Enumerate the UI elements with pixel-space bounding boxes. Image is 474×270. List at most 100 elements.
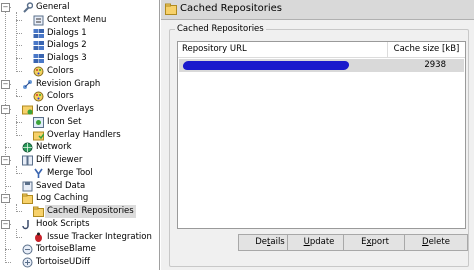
column-header-url[interactable]: Repository URL: [178, 42, 388, 58]
dialog-icon: [33, 41, 44, 51]
tree-connector: [16, 172, 22, 174]
tree-item-colors-1[interactable]: Colors: [0, 65, 158, 78]
tree-item-label: Colors: [47, 91, 74, 102]
tree-connector: [16, 96, 22, 98]
palette-icon: [33, 91, 44, 102]
hook-icon: [22, 219, 29, 229]
tree-item-label: Hook Scripts: [36, 218, 90, 229]
tree-connector: [5, 249, 11, 251]
saved-data-icon: [22, 181, 33, 191]
collapse-icon[interactable]: −: [1, 156, 10, 165]
wrench-icon: [23, 2, 33, 13]
merge-icon: [34, 168, 43, 178]
tree-item-dialogs-1[interactable]: Dialogs 1: [0, 27, 158, 40]
settings-page: Cached Repositories Cached Repositories …: [161, 0, 474, 270]
tree-connector: [16, 70, 22, 72]
tree-item-label: Diff Viewer: [36, 155, 83, 165]
collapse-icon[interactable]: −: [1, 105, 10, 114]
cache-size-value: 2938: [424, 60, 446, 70]
context-menu-icon: [33, 15, 44, 26]
tree-item-label: Revision Graph: [36, 78, 101, 89]
tree-item-general[interactable]: − General: [0, 1, 158, 14]
diff-icon: [22, 155, 33, 166]
tree-item-label: Icon Set: [47, 116, 82, 127]
palette-icon: [33, 66, 44, 77]
page-header: Cached Repositories: [161, 0, 474, 20]
overlay-icon: [22, 105, 33, 115]
tree-item-saved-data[interactable]: Saved Data: [0, 180, 158, 193]
settings-tree[interactable]: − General Context Menu Dialogs 1 Dialogs 2 Di…: [0, 0, 160, 270]
tree-connector: [5, 262, 11, 263]
tree-item-label: General: [36, 2, 70, 12]
group-label: Cached Repositories: [175, 24, 266, 34]
tree-connector: [16, 32, 22, 34]
tree-item-icon-set[interactable]: Icon Set: [0, 116, 158, 129]
tree-item-issue-tracker[interactable]: Issue Tracker Integration: [0, 231, 158, 244]
collapse-icon[interactable]: −: [1, 194, 10, 204]
tree-item-label: Icon Overlays: [36, 104, 94, 114]
tree-item-dialogs-3[interactable]: Dialogs 3: [0, 52, 158, 65]
bug-icon: [35, 232, 42, 242]
update-button[interactable]: Update: [287, 234, 351, 251]
tree-connector: [16, 134, 22, 136]
tree-item-dialogs-2[interactable]: Dialogs 2: [0, 39, 158, 52]
tree-connector: [16, 58, 22, 59]
tree-item-colors-2[interactable]: Colors: [0, 90, 158, 103]
tree-item-label: Merge Tool: [47, 167, 93, 178]
tree-item-label: Log Caching: [36, 193, 89, 204]
tree-item-label: Dialogs 2: [47, 40, 87, 51]
tree-item-label: Network: [36, 142, 72, 153]
tree-item-label: Dialogs 1: [47, 27, 87, 38]
folder-icon: [22, 193, 33, 205]
tree-item-revision-graph[interactable]: − Revision Graph: [0, 78, 158, 91]
table-row[interactable]: 2938: [179, 59, 464, 72]
udiff-icon: [22, 257, 33, 268]
redacted-url: [182, 61, 350, 70]
tree-connector: [5, 147, 11, 149]
tree-connector: [16, 19, 22, 21]
tree-item-icon-overlays[interactable]: − Icon Overlays: [0, 103, 158, 116]
tree-item-merge-tool[interactable]: Merge Tool: [0, 167, 158, 180]
tree-item-cached-repositories[interactable]: Cached Repositories: [0, 205, 158, 218]
tree-item-label: TortoiseBlame: [36, 244, 96, 255]
delete-button[interactable]: Delete: [404, 234, 468, 251]
tree-connector: [16, 211, 22, 212]
collapse-icon[interactable]: −: [1, 3, 10, 12]
collapse-icon[interactable]: −: [1, 79, 10, 89]
tree-item-network[interactable]: Network: [0, 141, 158, 154]
tree-item-context-menu[interactable]: Context Menu: [0, 14, 158, 27]
folder-icon: [33, 206, 44, 217]
tree-item-hook-scripts[interactable]: − Hook Scripts: [0, 218, 158, 231]
tree-item-log-caching[interactable]: − Log Caching: [0, 192, 158, 205]
tree-item-label: Cached Repositories: [45, 205, 136, 218]
tree-item-label: Colors: [47, 65, 74, 76]
tree-connector: [16, 236, 22, 238]
collapse-icon[interactable]: −: [1, 219, 10, 229]
tree-item-tortoiseblame[interactable]: TortoiseBlame: [0, 243, 158, 256]
tree-item-tortoiseudiff[interactable]: TortoiseUDiff: [0, 256, 158, 269]
tree-connector: [16, 45, 22, 47]
blame-icon: [22, 244, 33, 255]
export-button[interactable]: Export: [343, 234, 407, 251]
page-title: Cached Repositories: [180, 3, 283, 14]
tree-item-label: Issue Tracker Integration: [47, 231, 152, 242]
overlay-handler-icon: [33, 131, 44, 140]
network-icon: [22, 142, 33, 153]
tree-item-label: Context Menu: [47, 14, 107, 25]
tree-item-label: Saved Data: [36, 180, 86, 191]
tree-item-overlay-handlers[interactable]: Overlay Handlers: [0, 129, 158, 142]
tree-connector: [16, 121, 22, 123]
icon-set-icon: [33, 116, 44, 128]
tree-item-label: Overlay Handlers: [47, 129, 121, 140]
tree-item-label: Dialogs 3: [47, 53, 87, 63]
tree-splitter[interactable]: [159, 0, 160, 270]
graph-icon: [23, 79, 32, 89]
dialog-icon: [33, 28, 44, 38]
column-header-size[interactable]: Cache size [kB]: [388, 42, 465, 58]
folder-icon: [165, 3, 177, 15]
dialog-icon: [33, 54, 44, 63]
tree-item-label: TortoiseUDiff: [36, 257, 90, 267]
tree-connector: [5, 185, 11, 187]
repository-list[interactable]: Repository URL Cache size [kB] 2938: [177, 41, 466, 229]
tree-item-diff-viewer[interactable]: − Diff Viewer: [0, 154, 158, 167]
